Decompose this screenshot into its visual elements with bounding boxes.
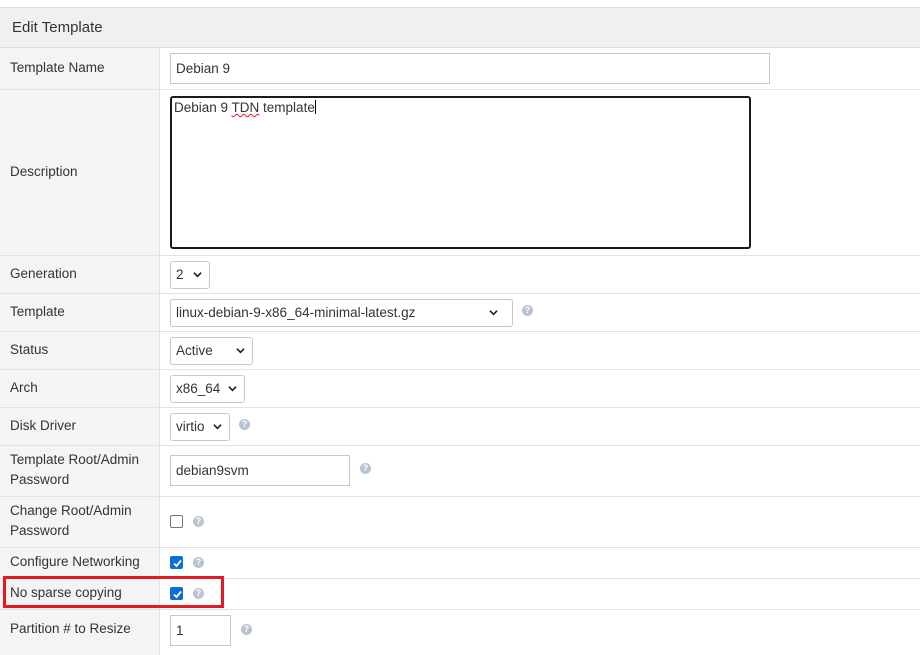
row-disk-driver: Disk Driver virtio ? [0,408,920,446]
row-arch: Arch x86_64 [0,370,920,408]
label-description: Description [10,164,78,179]
highlight-box [3,576,224,608]
question-circle-icon[interactable]: ? [360,463,371,474]
question-circle-icon[interactable]: ? [193,557,204,568]
label-change-root-password-line2: Password [10,523,70,538]
template-select[interactable]: linux-debian-9-x86_64-minimal-latest.gz [170,299,513,327]
label-change-root-password-line1: Change Root/Admin [10,503,132,518]
partition-resize-input[interactable] [170,615,231,646]
row-generation: Generation 2 [0,256,920,294]
chevron-down-icon [228,386,237,392]
row-template-name: Template Name [0,48,920,90]
question-circle-icon[interactable]: ? [239,419,250,430]
label-disk-driver: Disk Driver [10,418,76,433]
description-textarea[interactable]: Debian 9 TDN template [170,96,751,249]
panel-title: Edit Template [12,19,103,36]
label-root-password-line1: Template Root/Admin [10,452,140,467]
label-partition-resize: Partition # to Resize [10,621,131,636]
label-status: Status [10,342,49,357]
checkmark-icon [173,559,182,568]
row-template: Template linux-debian-9-x86_64-minimal-l… [0,294,920,332]
label-template: Template [10,304,65,319]
status-select[interactable]: Active [170,337,253,365]
row-status: Status Active [0,332,920,370]
label-root-password-line2: Password [10,472,70,487]
chevron-down-icon [236,348,245,354]
root-password-input[interactable] [170,455,350,486]
chevron-down-icon [213,424,222,430]
label-configure-networking: Configure Networking [10,554,140,569]
row-description: Description Debian 9 TDN template [0,90,920,256]
panel-header: Edit Template [0,8,920,48]
row-configure-networking: Configure Networking ? [0,548,920,579]
row-partition-resize: Partition # to Resize ? [0,610,920,655]
arch-select[interactable]: x86_64 [170,375,245,403]
text-caret [314,100,316,114]
label-arch: Arch [10,380,38,395]
template-name-input[interactable] [170,53,770,84]
question-circle-icon[interactable]: ? [241,624,252,635]
row-root-password: Template Root/Admin Password ? [0,446,920,497]
configure-networking-checkbox[interactable] [170,556,183,569]
disk-driver-select[interactable]: virtio [170,413,230,441]
label-generation: Generation [10,266,77,281]
chevron-down-icon [489,310,498,316]
question-circle-icon[interactable]: ? [193,516,204,527]
change-root-password-checkbox[interactable] [170,515,183,528]
generation-select[interactable]: 2 [170,261,210,289]
question-circle-icon[interactable]: ? [522,305,533,316]
label-template-name: Template Name [10,60,105,75]
chevron-down-icon [193,272,202,278]
misspelled-word: TDN [231,100,260,115]
row-change-root-password: Change Root/Admin Password ? [0,497,920,548]
